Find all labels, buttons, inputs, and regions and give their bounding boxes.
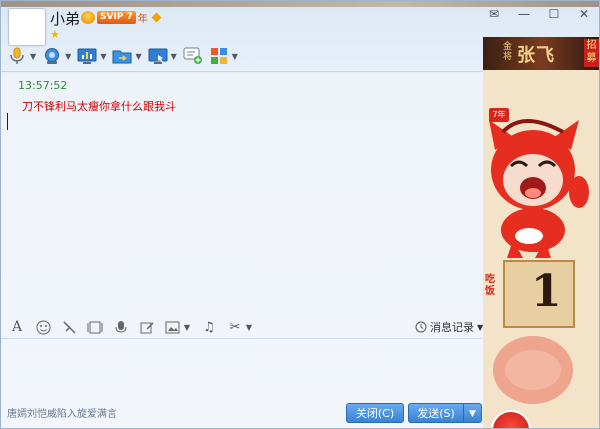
close-window-button[interactable]: ✕	[577, 7, 591, 21]
chevron-down-icon[interactable]: ▼	[65, 52, 71, 61]
skin-button[interactable]: ✉	[487, 7, 501, 21]
svip-badge-group[interactable]: SVIP 7 年	[81, 10, 162, 25]
video-clip-icon[interactable]	[87, 319, 103, 335]
side-vertical-text: 吃饭	[485, 274, 495, 297]
emoji-icon[interactable]	[35, 319, 51, 335]
send-button[interactable]: 发送(S)	[408, 403, 464, 423]
pedestal-number: 1	[531, 266, 562, 317]
mascot-show: 7年 1 吃饭	[483, 70, 599, 428]
share-screen-button[interactable]: ▼	[148, 45, 177, 67]
chevron-down-icon[interactable]: ▼	[232, 52, 238, 61]
banner-tag: 招募	[584, 39, 599, 67]
pedestal-box: 1	[503, 260, 575, 328]
chevron-down-icon[interactable]: ▼	[100, 52, 106, 61]
apps-grid-icon	[209, 46, 229, 66]
camera-icon	[42, 46, 62, 66]
side-ad-panel[interactable]: 金将 张飞 招募 7年 1 吃饭	[483, 37, 599, 428]
edit-icon[interactable]	[139, 319, 155, 335]
microphone-icon	[7, 46, 27, 66]
banner-title: 张飞	[517, 45, 555, 66]
message-history-button[interactable]: 消息记录 ▼	[415, 319, 483, 335]
close-button[interactable]: 关闭(C)	[346, 403, 404, 423]
shake-icon[interactable]	[61, 319, 77, 335]
input-divider	[1, 338, 482, 339]
maximize-button[interactable]: ☐	[547, 7, 561, 21]
chat-add-icon	[183, 46, 203, 66]
transfer-file-button[interactable]: ▼	[112, 45, 142, 67]
message-text: 刀不锋利马太瘦你拿什么跟我斗	[22, 100, 176, 113]
monitor-chart-icon	[77, 46, 97, 66]
remote-desktop-button[interactable]: ▼	[77, 45, 106, 67]
history-label: 消息记录	[430, 321, 474, 334]
mascot-illustration	[489, 119, 589, 404]
music-icon[interactable]: ♫	[201, 319, 217, 335]
input-toolbar: A ▼ ♫ ✂ ▼	[9, 318, 253, 336]
window-controls: ✉ — ☐ ✕	[487, 7, 591, 21]
folder-icon	[112, 46, 132, 66]
diamond-icon	[151, 12, 162, 22]
message-timestamp: 13:57:52	[18, 79, 68, 92]
screenshot-scissors-icon[interactable]: ✂	[227, 319, 243, 335]
font-icon[interactable]: A	[9, 319, 25, 335]
chevron-down-icon[interactable]: ▼	[183, 319, 191, 335]
chevron-down-icon[interactable]: ▼	[135, 52, 141, 61]
voice-message-icon[interactable]	[113, 319, 129, 335]
chevron-down-icon[interactable]: ▼	[245, 319, 253, 335]
chevron-down-icon[interactable]: ▼	[30, 52, 36, 61]
star-icon[interactable]: ★	[50, 28, 60, 41]
send-options-button[interactable]: ▼	[463, 403, 482, 423]
game-banner[interactable]: 金将 张飞 招募	[483, 37, 599, 70]
svip-year: 年	[137, 13, 148, 25]
ad-text-link[interactable]: 唐嫣刘恺威陷入旋爱满言	[7, 405, 117, 420]
years-ribbon: 7年	[489, 108, 509, 122]
apps-button[interactable]: ▼	[209, 45, 238, 67]
voice-call-button[interactable]: ▼	[7, 45, 36, 67]
chat-toolbar: ▼ ▼ ▼ ▼ ▼ ▼	[7, 45, 244, 67]
chevron-down-icon[interactable]: ▼	[171, 52, 177, 61]
svip-crown-icon	[81, 10, 95, 24]
video-call-button[interactable]: ▼	[42, 45, 71, 67]
create-discussion-button[interactable]	[183, 45, 203, 67]
message-area[interactable]: 13:57:52 刀不锋利马太瘦你拿什么跟我斗	[1, 72, 482, 312]
image-icon[interactable]	[165, 319, 181, 335]
svip-badge: SVIP 7	[97, 10, 136, 24]
minimize-button[interactable]: —	[517, 7, 531, 21]
chat-window: 小弟 SVIP 7 年 ★ ✉ — ☐ ✕ ▼ ▼ ▼ ▼ ▼ ▼ 13:57:…	[0, 0, 600, 429]
clock-icon	[415, 321, 427, 333]
banner-small-text: 金将	[503, 42, 513, 62]
contact-avatar[interactable]	[8, 8, 46, 46]
contact-name[interactable]: 小弟	[50, 8, 80, 29]
screen-share-icon	[148, 46, 168, 66]
text-caret	[7, 113, 8, 130]
